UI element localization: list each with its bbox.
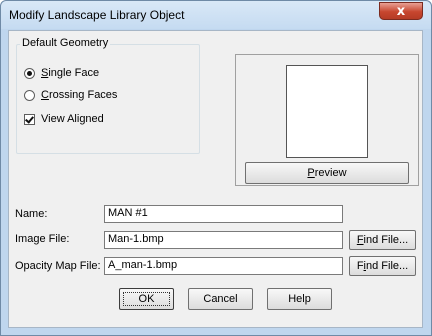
preview-rest: review: [314, 167, 347, 179]
ok-button-label: OK: [138, 293, 155, 305]
radio-crossing-faces-indicator[interactable]: [24, 89, 35, 101]
find-image-mnemonic: F: [356, 234, 364, 246]
find-opacity-pre: F: [356, 260, 364, 272]
find-image-file-button[interactable]: Find File...: [349, 230, 416, 250]
cancel-button-label: Cancel: [203, 293, 238, 305]
preview-mnemonic: P: [307, 167, 315, 179]
view-aligned-check-indicator[interactable]: [24, 113, 35, 125]
radio-single-face-label: Single Face: [41, 67, 99, 79]
radio-single-face-indicator[interactable]: [24, 67, 35, 79]
find-image-file-label: Find File...: [357, 234, 408, 246]
find-image-rest: ind File...: [363, 234, 409, 246]
name-field[interactable]: MAN #1: [104, 205, 343, 223]
opacity-map-field[interactable]: A_man-1.bmp: [104, 257, 343, 275]
name-label: Name:: [15, 208, 48, 220]
preview-image: [286, 65, 368, 158]
view-aligned-checkbox[interactable]: View Aligned: [24, 113, 104, 125]
close-icon: x: [396, 3, 406, 19]
dialog-client-area: Default Geometry Single Face Crossing Fa…: [8, 30, 423, 328]
single-face-rest: ingle Face: [48, 67, 100, 79]
view-aligned-label: View Aligned: [41, 113, 104, 125]
preview-button-label: Preview: [307, 167, 346, 179]
find-opacity-rest: nd File...: [366, 260, 409, 272]
image-file-label: Image File:: [15, 233, 70, 245]
crossing-faces-mnemonic: C: [41, 89, 49, 101]
crossing-faces-rest: rossing Faces: [48, 89, 118, 101]
ok-button[interactable]: OK: [119, 288, 174, 310]
help-button[interactable]: Help: [267, 288, 332, 310]
help-button-label: Help: [288, 293, 311, 305]
radio-crossing-faces-label: Crossing Faces: [41, 89, 117, 101]
dialog-window: Modify Landscape Library Object x Defaul…: [0, 0, 432, 336]
image-file-field[interactable]: Man-1.bmp: [104, 231, 343, 249]
title-bar[interactable]: Modify Landscape Library Object x: [1, 1, 431, 29]
opacity-map-label: Opacity Map File:: [15, 260, 101, 272]
default-geometry-legend: Default Geometry: [20, 37, 111, 49]
find-opacity-file-button[interactable]: Find File...: [349, 256, 416, 276]
window-title: Modify Landscape Library Object: [9, 8, 185, 22]
close-button[interactable]: x: [379, 2, 423, 20]
find-opacity-file-label: Find File...: [357, 260, 408, 272]
preview-button[interactable]: Preview: [245, 162, 409, 184]
cancel-button[interactable]: Cancel: [188, 288, 253, 310]
radio-single-face[interactable]: Single Face: [24, 67, 99, 79]
radio-crossing-faces[interactable]: Crossing Faces: [24, 89, 117, 101]
